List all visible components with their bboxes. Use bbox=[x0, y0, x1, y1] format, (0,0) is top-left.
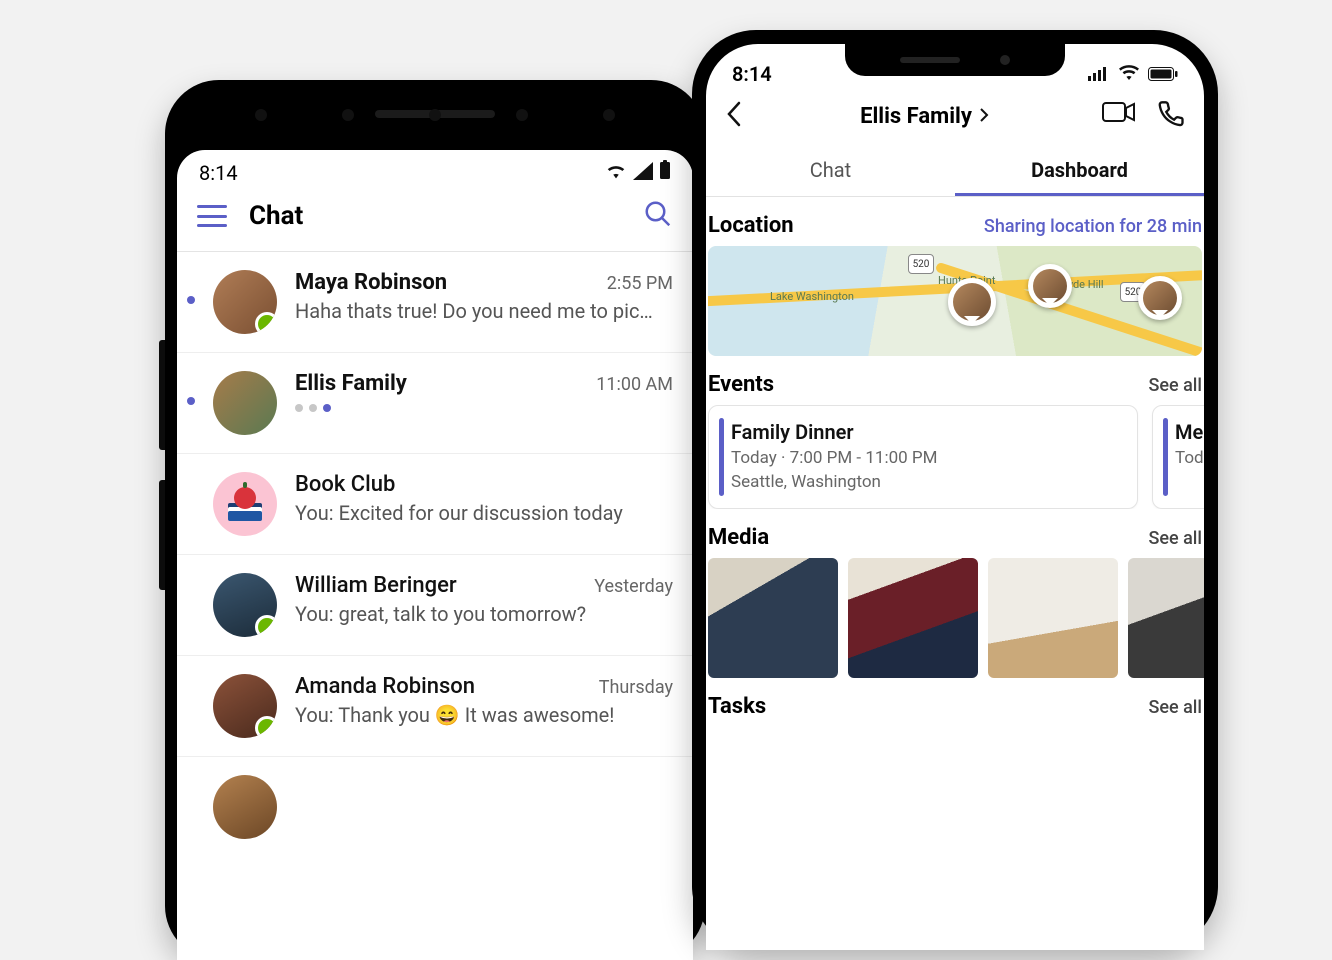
iphone-notch bbox=[845, 44, 1065, 76]
route-shield: 520 bbox=[908, 254, 934, 274]
event-card[interactable]: Me Tod bbox=[1152, 405, 1204, 509]
chat-preview: You: Excited for our discussion today bbox=[295, 501, 673, 525]
page-title: Chat bbox=[249, 201, 621, 231]
avatar bbox=[213, 270, 277, 334]
chat-preview: Haha thats true! Do you need me to pic… bbox=[295, 299, 673, 323]
location-map[interactable]: Lake Washington Hunts Point Clyde Hill 5… bbox=[708, 246, 1202, 356]
chat-name: Ellis Family bbox=[295, 371, 407, 396]
chat-item[interactable]: Ellis Family 11:00 AM bbox=[177, 353, 693, 454]
menu-icon[interactable] bbox=[197, 205, 227, 227]
chat-list-header: Chat bbox=[177, 191, 693, 252]
chat-item[interactable] bbox=[177, 757, 693, 857]
location-sharing-status[interactable]: Sharing location for 28 min bbox=[984, 216, 1202, 237]
android-power-button bbox=[159, 480, 165, 590]
avatar bbox=[213, 674, 277, 738]
chat-time: 2:55 PM bbox=[607, 273, 673, 294]
audio-call-icon[interactable] bbox=[1158, 100, 1186, 132]
map-person-pin[interactable] bbox=[1138, 276, 1182, 320]
event-time: Tod bbox=[1175, 448, 1204, 468]
media-heading: Media bbox=[708, 525, 769, 550]
event-title: Me bbox=[1175, 420, 1204, 444]
map-person-pin[interactable] bbox=[948, 278, 996, 326]
battery-icon bbox=[659, 160, 671, 185]
battery-icon bbox=[1148, 62, 1178, 86]
event-title: Family Dinner bbox=[731, 420, 1121, 444]
conversation-title-text: Ellis Family bbox=[860, 104, 972, 129]
android-screen: 8:14 Chat bbox=[177, 150, 693, 960]
unread-dot bbox=[187, 296, 195, 304]
tasks-heading: Tasks bbox=[708, 694, 766, 719]
event-card[interactable]: Family Dinner Today · 7:00 PM - 11:00 PM… bbox=[708, 405, 1138, 509]
event-place: Seattle, Washington bbox=[731, 472, 1121, 492]
chat-name: Book Club bbox=[295, 472, 395, 497]
android-volume-button bbox=[159, 340, 165, 450]
ios-status-time: 8:14 bbox=[732, 62, 772, 86]
chat-name: Amanda Robinson bbox=[295, 674, 475, 699]
android-phone-frame: 8:14 Chat bbox=[165, 80, 705, 960]
presence-badge bbox=[255, 716, 277, 738]
chat-name: Maya Robinson bbox=[295, 270, 447, 295]
cellular-icon bbox=[1088, 62, 1110, 86]
avatar bbox=[213, 371, 277, 435]
chat-list: Maya Robinson 2:55 PM Haha thats true! D… bbox=[177, 252, 693, 857]
map-label-lake: Lake Washington bbox=[770, 290, 854, 303]
media-see-all[interactable]: See all bbox=[1148, 528, 1202, 549]
tasks-section: Tasks See all bbox=[706, 678, 1204, 727]
iphone-frame: 8:14 Ellis Family bbox=[692, 30, 1218, 950]
chat-item[interactable]: Amanda Robinson Thursday You: Thank you … bbox=[177, 656, 693, 757]
video-call-icon[interactable] bbox=[1102, 100, 1136, 132]
tab-chat[interactable]: Chat bbox=[706, 144, 955, 196]
android-camera-dots bbox=[255, 108, 615, 122]
chat-item[interactable]: Maya Robinson 2:55 PM Haha thats true! D… bbox=[177, 252, 693, 353]
android-status-bar: 8:14 bbox=[177, 150, 693, 191]
location-heading: Location bbox=[708, 213, 794, 238]
chat-item[interactable]: William Beringer Yesterday You: great, t… bbox=[177, 555, 693, 656]
ios-status-icons bbox=[1088, 62, 1178, 86]
event-time: Today · 7:00 PM - 11:00 PM bbox=[731, 448, 1121, 468]
events-section: Events See all Family Dinner Today · 7:0… bbox=[706, 356, 1204, 509]
unread-dot bbox=[187, 397, 195, 405]
conversation-tabs: Chat Dashboard bbox=[706, 144, 1204, 197]
tab-dashboard[interactable]: Dashboard bbox=[955, 144, 1204, 196]
android-status-icons bbox=[605, 160, 671, 185]
chat-name: William Beringer bbox=[295, 573, 457, 598]
typing-indicator bbox=[295, 404, 673, 412]
conversation-nav: Ellis Family bbox=[706, 90, 1204, 138]
presence-badge bbox=[255, 615, 277, 637]
avatar bbox=[213, 775, 277, 839]
avatar bbox=[213, 573, 277, 637]
media-thumb[interactable] bbox=[708, 558, 838, 678]
avatar bbox=[213, 472, 277, 536]
media-thumb[interactable] bbox=[1128, 558, 1204, 678]
conversation-title[interactable]: Ellis Family bbox=[758, 104, 1092, 129]
iphone-screen: 8:14 Ellis Family bbox=[706, 44, 1204, 950]
back-icon[interactable] bbox=[724, 100, 748, 132]
media-thumb[interactable] bbox=[848, 558, 978, 678]
chat-preview: You: great, talk to you tomorrow? bbox=[295, 602, 673, 626]
chevron-right-icon bbox=[978, 104, 990, 129]
android-status-time: 8:14 bbox=[199, 161, 238, 185]
chat-time: 11:00 AM bbox=[596, 374, 673, 395]
chat-item[interactable]: Book Club You: Excited for our discussio… bbox=[177, 454, 693, 555]
map-person-pin[interactable] bbox=[1028, 264, 1072, 308]
wifi-icon bbox=[605, 161, 627, 185]
media-thumb[interactable] bbox=[988, 558, 1118, 678]
location-section: Location Sharing location for 28 min Lak… bbox=[706, 197, 1204, 356]
chat-preview: You: Thank you 😄 It was awesome! bbox=[295, 703, 673, 727]
chat-time: Yesterday bbox=[594, 576, 673, 597]
tasks-see-all[interactable]: See all bbox=[1148, 697, 1202, 718]
events-see-all[interactable]: See all bbox=[1148, 375, 1202, 396]
media-section: Media See all bbox=[706, 509, 1204, 678]
events-heading: Events bbox=[708, 372, 774, 397]
search-icon[interactable] bbox=[643, 199, 673, 233]
presence-badge bbox=[255, 312, 277, 334]
cellular-icon bbox=[633, 161, 653, 185]
wifi-icon bbox=[1118, 62, 1140, 86]
chat-time: Thursday bbox=[599, 677, 673, 698]
